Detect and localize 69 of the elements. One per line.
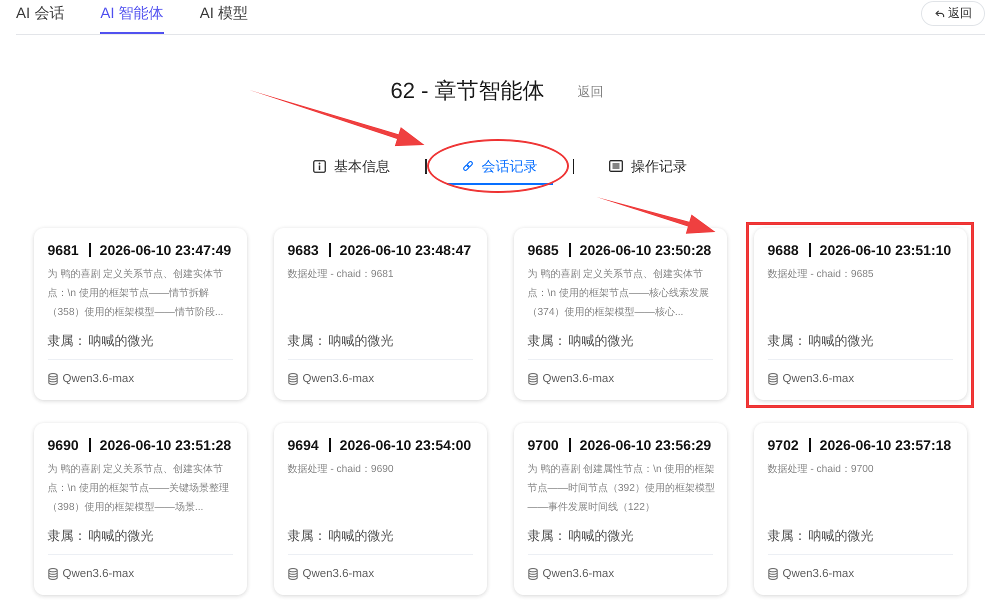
owner-name: 呐喊的微光 bbox=[808, 527, 874, 545]
record-timestamp: 2026-06-10 23:51:10 bbox=[820, 241, 952, 260]
record-id: 9690 bbox=[48, 436, 79, 455]
back-button[interactable]: 返回 bbox=[921, 1, 985, 26]
record-timestamp: 2026-06-10 23:47:49 bbox=[100, 241, 232, 260]
database-icon bbox=[48, 373, 58, 385]
owner-name: 呐喊的微光 bbox=[328, 527, 394, 545]
owner-label: 隶属： bbox=[48, 527, 86, 545]
nav-tab[interactable]: AI 模型 bbox=[200, 0, 248, 34]
sub-tab[interactable]: 基本信息 bbox=[298, 148, 405, 185]
nav-tab[interactable]: AI 会话 bbox=[16, 0, 64, 34]
record-id: 9681 bbox=[48, 241, 79, 260]
link-icon bbox=[462, 160, 474, 172]
database-icon bbox=[288, 373, 298, 385]
model-name: Qwen3.6-max bbox=[542, 567, 614, 582]
list-icon bbox=[609, 160, 623, 172]
model-name: Qwen3.6-max bbox=[62, 567, 134, 582]
owner-label: 隶属： bbox=[528, 527, 566, 545]
owner-label: 隶属： bbox=[528, 332, 566, 350]
record-id: 9688 bbox=[768, 241, 799, 260]
curved-arrow-icon bbox=[935, 10, 945, 18]
owner-name: 呐喊的微光 bbox=[568, 332, 634, 350]
model-name: Qwen3.6-max bbox=[782, 567, 854, 582]
model-name: Qwen3.6-max bbox=[542, 372, 614, 387]
model-name: Qwen3.6-max bbox=[302, 372, 374, 387]
database-icon bbox=[48, 568, 58, 580]
owner-name: 呐喊的微光 bbox=[328, 332, 394, 350]
back-link[interactable]: 返回 bbox=[578, 83, 604, 101]
database-icon bbox=[288, 568, 298, 580]
sub-tab[interactable]: 操作记录 bbox=[594, 148, 702, 185]
record-description: 为 鸭的喜剧 创建属性节点：\n 使用的框架节点——时间节点（392）使用的框架模型——事件发展时间线（122） bbox=[528, 462, 716, 515]
record-description: 数据处理 - chaid：9685 bbox=[768, 268, 875, 282]
owner-name: 呐喊的微光 bbox=[88, 332, 154, 350]
sub-tab[interactable]: 会话记录 bbox=[446, 148, 552, 185]
database-icon bbox=[528, 373, 538, 385]
model-name: Qwen3.6-max bbox=[302, 567, 374, 582]
record-id: 9683 bbox=[288, 241, 319, 260]
record-id: 9700 bbox=[528, 436, 559, 455]
record-timestamp: 2026-06-10 23:57:18 bbox=[820, 436, 952, 455]
database-icon bbox=[768, 373, 778, 385]
record-timestamp: 2026-06-10 23:56:29 bbox=[580, 436, 712, 455]
record-description: 为 鸭的喜剧 定义关系节点、创建实体节点：\n 使用的框架节点——核心线索发展（374）使用的框架模型——核心... bbox=[528, 268, 710, 320]
record-id: 9685 bbox=[528, 241, 559, 260]
record-timestamp: 2026-06-10 23:54:00 bbox=[340, 436, 472, 455]
info-icon bbox=[313, 160, 326, 172]
record-timestamp: 2026-06-10 23:50:28 bbox=[580, 241, 712, 260]
record-description: 数据处理 - chaid：9700 bbox=[768, 462, 875, 477]
database-icon bbox=[528, 568, 538, 580]
owner-label: 隶属： bbox=[48, 332, 86, 350]
record-description: 数据处理 - chaid：9681 bbox=[288, 268, 395, 282]
owner-label: 隶属： bbox=[768, 527, 806, 545]
record-description: 数据处理 - chaid：9690 bbox=[288, 462, 395, 477]
database-icon bbox=[768, 568, 778, 580]
owner-label: 隶属： bbox=[288, 527, 326, 545]
record-timestamp: 2026-06-10 23:48:47 bbox=[340, 241, 472, 260]
model-name: Qwen3.6-max bbox=[62, 372, 134, 387]
owner-label: 隶属： bbox=[288, 332, 326, 350]
record-id: 9702 bbox=[768, 436, 799, 455]
nav-tab[interactable]: AI 智能体 bbox=[100, 0, 164, 34]
owner-name: 呐喊的微光 bbox=[568, 527, 634, 545]
record-description: 为 鸭的喜剧 定义关系节点、创建实体节点：\n 使用的框架节点——情节拆解（358）使用的框架模型——情节阶段... bbox=[48, 268, 224, 320]
page-title: 62 - 章节智能体 bbox=[390, 77, 545, 105]
model-name: Qwen3.6-max bbox=[782, 372, 854, 387]
record-timestamp: 2026-06-10 23:51:28 bbox=[100, 436, 232, 455]
owner-name: 呐喊的微光 bbox=[88, 527, 154, 545]
owner-name: 呐喊的微光 bbox=[808, 332, 874, 350]
record-description: 为 鸭的喜剧 定义关系节点、创建实体节点：\n 使用的框架节点——关键场景整理（398）使用的框架模型——场景... bbox=[48, 462, 230, 515]
owner-label: 隶属： bbox=[768, 332, 806, 350]
record-id: 9694 bbox=[288, 436, 319, 455]
